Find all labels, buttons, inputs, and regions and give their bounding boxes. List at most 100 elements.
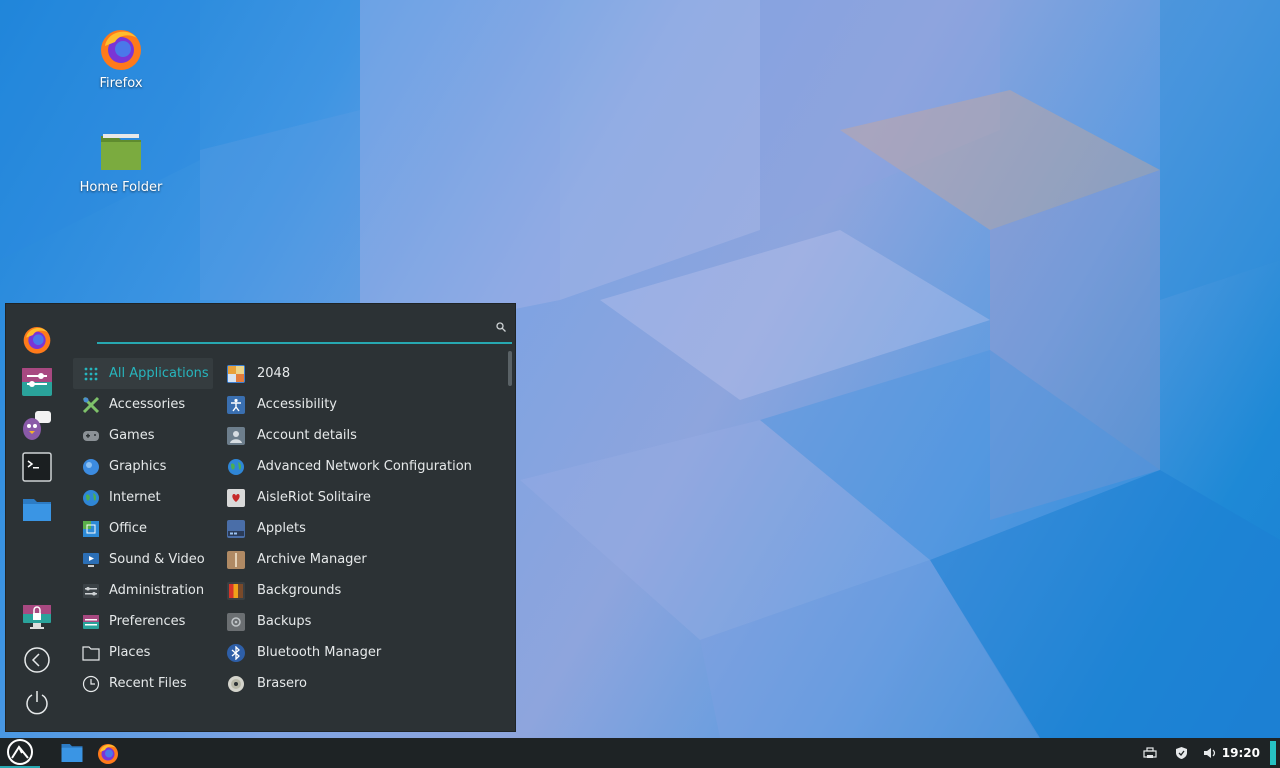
files-icon — [23, 499, 51, 521]
desktop-icon-label: Firefox — [99, 76, 143, 91]
category-all-applications[interactable]: All Applications — [73, 358, 213, 389]
app-label: Applets — [257, 521, 306, 536]
taskbar-firefox-launcher[interactable] — [93, 738, 123, 768]
desktop-icon-label: Home Folder — [79, 180, 163, 195]
firefox-icon — [98, 744, 118, 764]
category-sound-video[interactable]: Sound & Video — [73, 544, 213, 575]
clock[interactable]: 19:20 — [1222, 738, 1260, 768]
category-games[interactable]: Games — [73, 420, 213, 451]
app-label: Bluetooth Manager — [257, 645, 382, 660]
category-label: Preferences — [109, 614, 186, 629]
backgrounds-icon — [227, 581, 245, 600]
app-label: Archive Manager — [257, 552, 367, 567]
lock-screen-button[interactable] — [20, 600, 54, 634]
network-icon — [227, 458, 245, 476]
applets-icon — [227, 519, 245, 538]
app-account-details[interactable]: Account details — [219, 420, 504, 451]
app-label: Advanced Network Configuration — [257, 459, 472, 474]
app-applets[interactable]: Applets — [219, 513, 504, 544]
accessories-icon — [82, 396, 100, 414]
cards-icon — [227, 488, 245, 507]
admin-icon — [82, 582, 100, 600]
security-tray-button[interactable] — [1171, 738, 1191, 768]
pidgin-icon — [23, 411, 51, 440]
category-label: Internet — [109, 490, 161, 505]
scrollbar[interactable] — [508, 351, 512, 386]
files-icon — [61, 744, 83, 762]
category-label: Places — [109, 645, 151, 660]
category-graphics[interactable]: Graphics — [73, 451, 213, 482]
firefox-icon — [23, 327, 51, 354]
desktop-icon-home-folder[interactable]: Home Folder — [76, 128, 166, 195]
app-2048[interactable]: 2048 — [219, 358, 504, 389]
category-label: Games — [109, 428, 155, 443]
backups-icon — [227, 612, 245, 631]
logout-button[interactable] — [20, 643, 54, 677]
app-backups[interactable]: Backups — [219, 606, 504, 637]
category-office[interactable]: Office — [73, 513, 213, 544]
taskbar: 19:20 — [0, 738, 1280, 768]
power-icon — [26, 691, 48, 715]
app-archive-manager[interactable]: Archive Manager — [219, 544, 504, 575]
search-box — [97, 314, 512, 344]
app-label: Backups — [257, 614, 312, 629]
category-recent-files[interactable]: Recent Files — [73, 668, 213, 699]
search-input[interactable] — [97, 314, 487, 342]
app-label: Account details — [257, 428, 357, 443]
category-list: All Applications Accessories Games Graph… — [73, 358, 213, 699]
app-backgrounds[interactable]: Backgrounds — [219, 575, 504, 606]
category-label: Recent Files — [109, 676, 187, 691]
favorite-pidgin[interactable] — [20, 408, 54, 442]
favorite-files[interactable] — [20, 492, 54, 526]
volume-tray-button[interactable] — [1200, 738, 1220, 768]
firefox-icon — [97, 24, 145, 72]
app-advanced-network-configuration[interactable]: Advanced Network Configuration — [219, 451, 504, 482]
taskbar-files-launcher[interactable] — [57, 738, 87, 768]
app-aisleriot-solitaire[interactable]: AisleRiot Solitaire — [219, 482, 504, 513]
printer-tray-button[interactable] — [1140, 738, 1160, 768]
category-label: Administration — [109, 583, 205, 598]
media-icon — [82, 551, 100, 569]
app-label: Backgrounds — [257, 583, 342, 598]
category-administration[interactable]: Administration — [73, 575, 213, 606]
category-places[interactable]: Places — [73, 637, 213, 668]
settings-icon — [22, 368, 52, 396]
app-label: Brasero — [257, 676, 308, 691]
gamepad-icon — [82, 427, 100, 445]
speaker-icon — [1204, 748, 1216, 758]
favorites-bar — [6, 304, 69, 731]
app-label: 2048 — [257, 366, 291, 381]
lock-screen-icon — [23, 605, 51, 629]
app-label: Accessibility — [257, 397, 337, 412]
grid-icon — [82, 365, 100, 383]
power-button[interactable] — [20, 685, 54, 719]
app-accessibility[interactable]: Accessibility — [219, 389, 504, 420]
category-preferences[interactable]: Preferences — [73, 606, 213, 637]
desktop-icon-firefox[interactable]: Firefox — [76, 24, 166, 91]
folder-icon — [97, 128, 145, 176]
bluetooth-icon — [227, 643, 245, 662]
favorite-settings[interactable] — [20, 365, 54, 399]
archive-icon — [227, 550, 245, 569]
category-accessories[interactable]: Accessories — [73, 389, 213, 420]
disc-icon — [227, 675, 245, 693]
app-bluetooth-manager[interactable]: Bluetooth Manager — [219, 637, 504, 668]
category-label: Accessories — [109, 397, 186, 412]
workspace-indicator[interactable] — [1270, 741, 1276, 765]
2048-icon — [227, 364, 245, 383]
globe-icon — [82, 489, 100, 507]
category-label: Office — [109, 521, 147, 536]
clock-icon — [82, 675, 100, 693]
menu-button[interactable] — [0, 738, 40, 768]
printer-icon — [1143, 747, 1157, 758]
category-label: All Applications — [109, 366, 209, 381]
logout-icon — [24, 647, 50, 673]
favorite-terminal[interactable] — [20, 450, 54, 484]
folder-outline-icon — [82, 644, 100, 662]
category-internet[interactable]: Internet — [73, 482, 213, 513]
application-list: 2048 Accessibility Account details Advan… — [219, 358, 504, 699]
preferences-icon — [82, 613, 100, 631]
app-brasero[interactable]: Brasero — [219, 668, 504, 699]
favorite-firefox[interactable] — [20, 322, 54, 356]
office-icon — [82, 520, 100, 538]
